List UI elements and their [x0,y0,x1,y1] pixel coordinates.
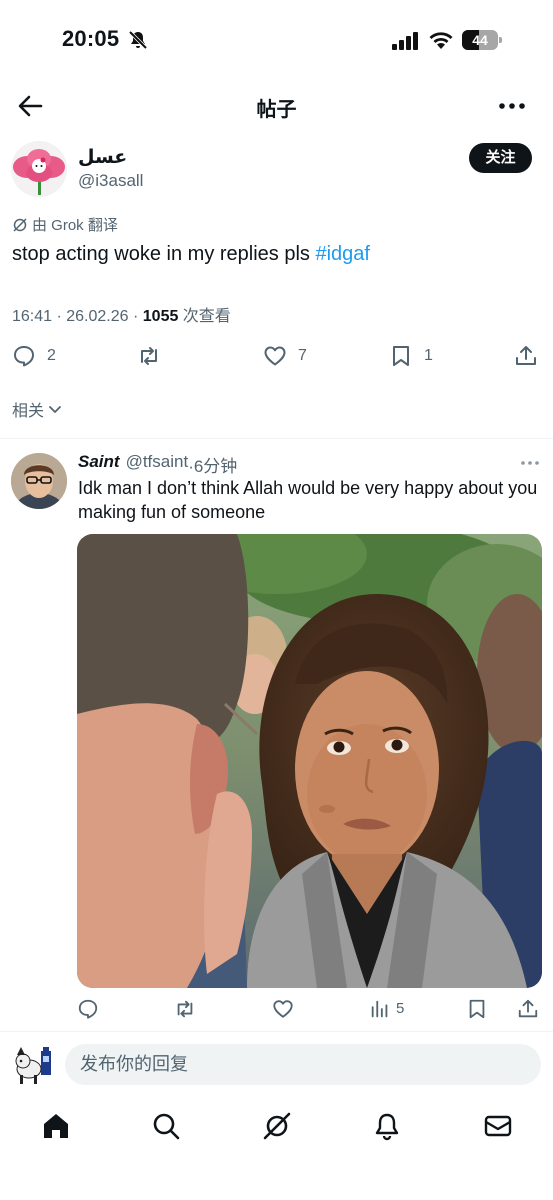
like-count: 7 [298,347,307,364]
wifi-icon [429,32,453,49]
post-timestamp: 16:41 · 26.02.26 · [12,308,143,325]
reply-more-icon[interactable] [520,460,540,466]
reply-author-name[interactable]: Saint [78,452,120,477]
reply-icon[interactable] [12,344,36,368]
like-heart-icon[interactable] [263,344,287,368]
bookmark-count: 1 [424,347,433,364]
author-avatar[interactable] [11,141,67,197]
mail-icon[interactable] [483,1111,513,1141]
reply-media-image[interactable] [77,534,542,988]
reply-author-handle[interactable]: @tfsaint [126,452,189,477]
post-body: stop acting woke in my replies pls [12,243,310,265]
battery-indicator: 44 [462,30,502,50]
reply-author-avatar[interactable] [11,453,67,509]
reply-count: 2 [47,347,56,364]
reply-header: Saint @tfsaint ·6分钟 [78,452,237,477]
search-icon[interactable] [151,1111,181,1141]
divider [0,438,553,439]
grok-icon[interactable] [262,1111,292,1141]
reply-repost-icon[interactable] [174,998,196,1020]
reply-reply-icon[interactable] [77,998,99,1020]
author-display-name[interactable]: عسل [78,146,127,169]
reply-input[interactable] [65,1044,541,1085]
translation-note[interactable]: 由 Grok 翻译 [12,214,118,235]
related-toggle[interactable]: 相关 [12,397,62,421]
reply-view-count: 5 [396,1000,405,1017]
share-icon[interactable] [514,344,538,368]
chevron-down-icon [49,406,61,413]
reply-like-icon[interactable] [272,998,294,1020]
current-user-avatar [12,1043,54,1085]
status-time: 20:05 [62,26,120,51]
post-meta: 16:41 · 26.02.26 · 1055 次查看 [12,302,231,326]
related-label: 相关 [12,403,45,420]
post-text: stop acting woke in my replies pls #idga… [12,241,542,267]
view-label: 次查看 [178,308,231,325]
repost-icon[interactable] [137,344,161,368]
reply-share-icon[interactable] [517,998,539,1020]
reply-bookmark-icon[interactable] [466,998,488,1020]
bell-icon[interactable] [372,1111,402,1141]
page-title: 帖子 [256,99,297,121]
reply-timestamp: ·6分钟 [188,457,238,476]
reply-views-icon[interactable] [369,998,391,1020]
divider [0,1031,553,1032]
bookmark-icon[interactable] [389,344,413,368]
more-options-icon[interactable] [498,96,526,116]
home-icon[interactable] [41,1111,71,1141]
author-handle[interactable]: @i3asall [78,171,143,191]
cellular-signal-icon [392,32,418,50]
view-count: 1055 [142,308,179,325]
reply-text: Idk man I don’t think Allah would be ver… [78,478,538,522]
hashtag-link[interactable]: #idgaf [315,243,370,265]
follow-button[interactable]: 关注 [469,143,532,173]
bell-off-icon [128,30,148,50]
grok-icon [13,217,27,232]
translation-label: 由 Grok 翻译 [32,217,118,234]
